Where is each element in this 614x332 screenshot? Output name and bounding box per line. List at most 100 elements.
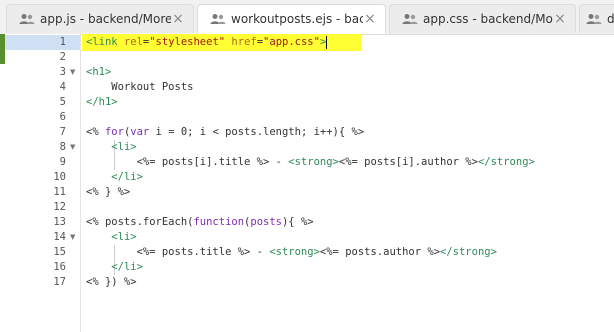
code-token: <% } %> [86, 186, 131, 198]
code-token: var [130, 126, 150, 138]
code-line[interactable]: 2 [0, 50, 614, 65]
code-text: <% } %> [86, 185, 130, 200]
tab-label: app.css - backend/MoreE... [423, 12, 553, 26]
close-icon[interactable]: × [363, 11, 377, 27]
code-token: rel [123, 36, 143, 48]
code-line[interactable]: 17 <% }) %> [0, 275, 614, 290]
line-number: 16 [53, 261, 66, 273]
code-token: <% posts.forEach( [86, 216, 194, 228]
code-token: posts [250, 216, 282, 228]
code-token: <%= posts.title %> - [86, 246, 270, 258]
users-icon [586, 14, 602, 24]
code-token: <%= posts[i].author %> [338, 156, 478, 168]
users-icon [402, 14, 418, 24]
close-icon[interactable]: × [553, 11, 567, 27]
line-number: 6 [59, 111, 66, 123]
code-text: <% }) %> [86, 275, 137, 290]
code-token: <h1> [86, 66, 112, 78]
code-text: <h1> [86, 65, 111, 80]
line-number: 3 [59, 66, 66, 78]
line-number: 15 [53, 246, 66, 258]
code-line[interactable]: 4 Workout Posts [0, 80, 614, 95]
line-number: 7 [59, 126, 66, 138]
code-token: <%= posts.author %> [319, 246, 441, 258]
code-token: ){ %> [281, 216, 314, 228]
tab-label: die [607, 12, 614, 26]
line-number: 14 [53, 231, 66, 243]
code-token: </h1> [86, 96, 118, 108]
line-number: 10 [53, 171, 66, 183]
tab-app-js[interactable]: app.js - backend/MoreEx... × [6, 4, 194, 33]
code-line[interactable]: 9 <%= posts[i].title %> - <strong><%= po… [0, 155, 614, 170]
code-line[interactable]: 11 <% } %> [0, 185, 614, 200]
line-number: 9 [59, 156, 66, 168]
code-token: i = 0; i < posts.length; i++){ %> [149, 126, 365, 138]
line-number: 4 [59, 81, 66, 93]
code-editor[interactable]: 1 <link rel="stylesheet" href="app.css"> 2… [0, 34, 614, 332]
tab-bar: app.js - backend/MoreEx... × workoutpost… [0, 0, 614, 35]
fold-toggle-icon[interactable]: ▼ [70, 65, 78, 80]
users-icon [19, 14, 35, 24]
code-line[interactable]: 15 <%= posts.title %> - <strong><%= post… [0, 245, 614, 260]
code-token: <strong> [288, 156, 339, 168]
code-token: </li> [111, 261, 143, 273]
code-text: <li> [86, 140, 137, 155]
code-text: </h1> [86, 95, 118, 110]
code-token: href [231, 36, 257, 48]
code-text: <link rel="stylesheet" href="app.css"> [86, 35, 328, 50]
code-text: <% for(var i = 0; i < posts.length; i++)… [86, 125, 364, 140]
code-token: <li> [111, 141, 137, 153]
code-token: for [104, 126, 124, 138]
code-line[interactable]: 7 <% for(var i = 0; i < posts.length; i++… [0, 125, 614, 140]
line-number: 8 [59, 141, 66, 153]
code-token: Workout Posts [86, 81, 194, 93]
code-token: </strong> [440, 246, 497, 258]
code-line[interactable]: 8 ▼ <li> [0, 140, 614, 155]
code-text: <li> [86, 230, 137, 245]
fold-toggle-icon[interactable]: ▼ [70, 230, 78, 245]
code-line[interactable]: 13 <% posts.forEach(function(posts){ %> [0, 215, 614, 230]
line-number: 13 [53, 216, 66, 228]
code-line[interactable]: 3 ▼ <h1> [0, 65, 614, 80]
code-line[interactable]: 12 [0, 200, 614, 215]
code-token: "app.css" [263, 36, 320, 48]
line-number: 2 [59, 51, 66, 63]
code-line[interactable]: 5 </h1> [0, 95, 614, 110]
line-number: 5 [59, 96, 66, 108]
tab-label: app.js - backend/MoreEx... [40, 12, 171, 26]
code-text: <%= posts.title %> - <strong><%= posts.a… [86, 245, 497, 260]
code-line[interactable]: 16 </li> [0, 260, 614, 275]
code-line[interactable]: 14 ▼ <li> [0, 230, 614, 245]
code-token: </li> [111, 171, 143, 183]
line-number: 17 [53, 276, 66, 288]
line-number: 1 [59, 36, 66, 48]
tab-die[interactable]: die [579, 4, 614, 33]
code-text: </li> [86, 260, 143, 275]
tab-app-css[interactable]: app.css - backend/MoreE... × [389, 4, 576, 33]
code-text: <%= posts[i].title %> - <strong><%= post… [86, 155, 535, 170]
fold-toggle-icon[interactable]: ▼ [70, 140, 78, 155]
code-token: <link [86, 36, 124, 48]
code-line[interactable]: 1 <link rel="stylesheet" href="app.css"> [0, 35, 614, 50]
code-token: <li> [111, 231, 137, 243]
tab-workoutposts-ejs[interactable]: workoutposts.ejs - backe... × [197, 4, 386, 34]
line-number: 12 [53, 201, 66, 213]
code-token: "stylesheet" [149, 36, 226, 48]
code-token: function [193, 216, 245, 228]
line-number: 11 [53, 186, 66, 198]
code-line[interactable]: 6 [0, 110, 614, 125]
code-token: <strong> [269, 246, 320, 258]
tab-label: workoutposts.ejs - backe... [231, 12, 363, 26]
code-token: <% [86, 126, 105, 138]
code-line[interactable]: 10 </li> [0, 170, 614, 185]
code-token: <% }) %> [86, 276, 137, 288]
code-token: </strong> [477, 156, 535, 168]
code-text: Workout Posts [86, 80, 193, 95]
code-token: <%= posts[i].title %> - [86, 156, 289, 168]
close-icon[interactable]: × [171, 11, 185, 27]
users-icon [210, 14, 226, 24]
